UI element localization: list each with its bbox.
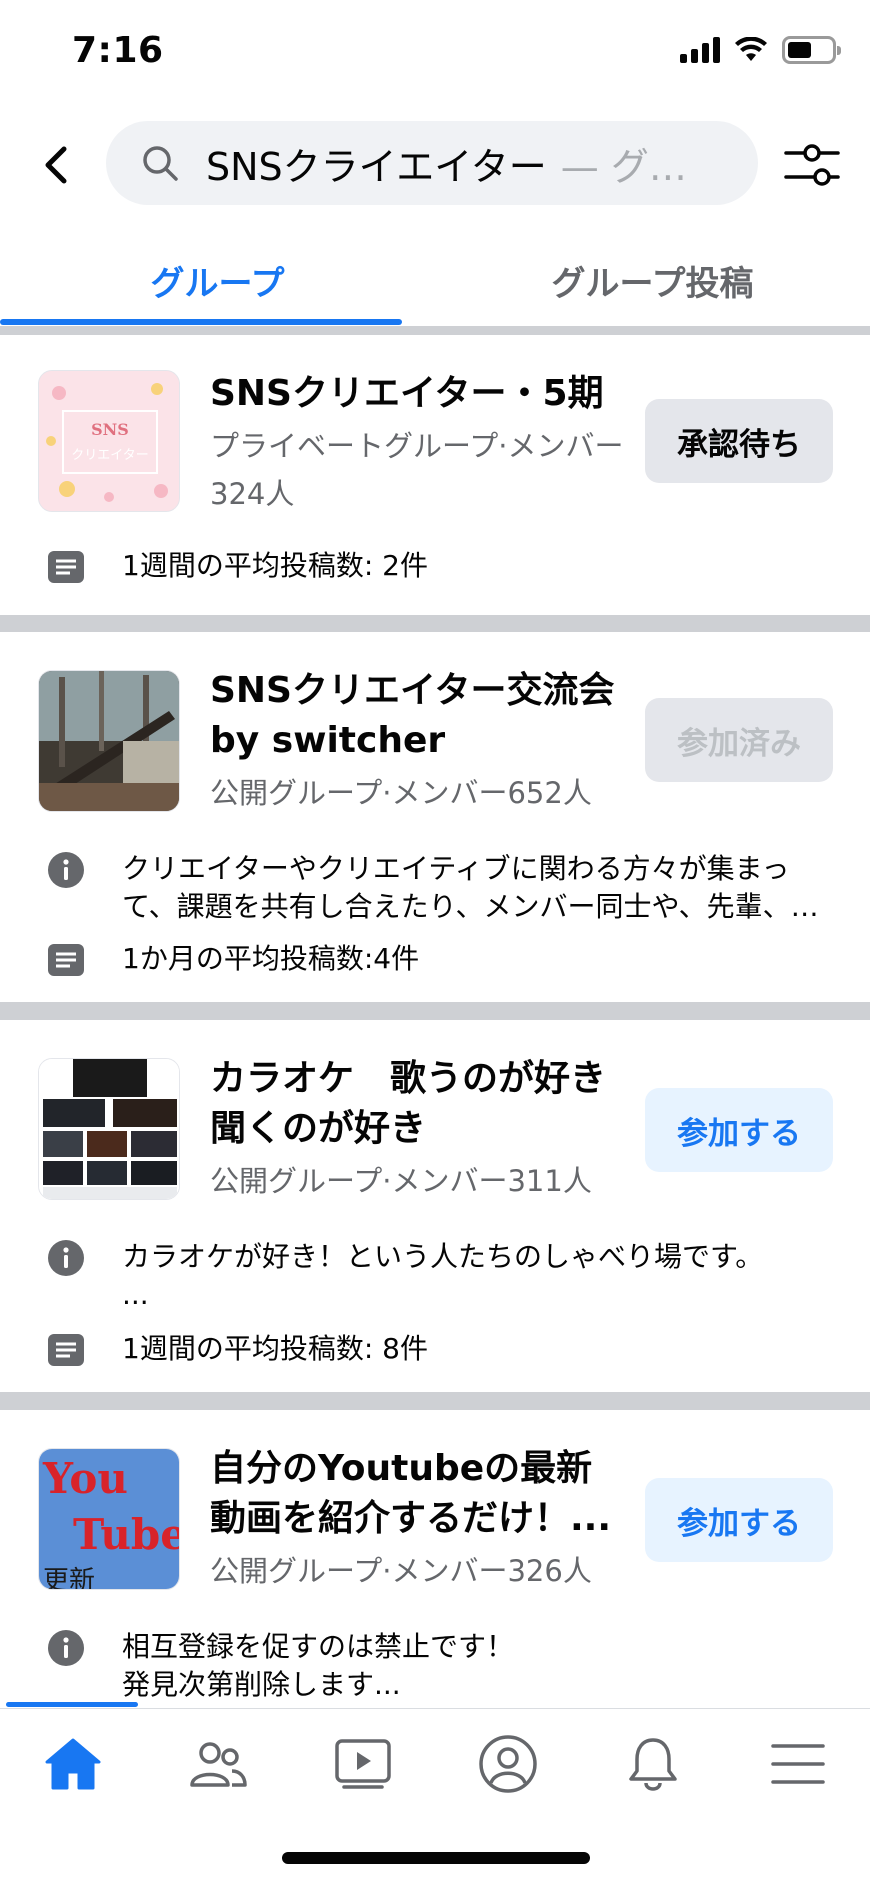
home-icon (45, 1738, 100, 1789)
nav-home[interactable] (28, 1719, 118, 1809)
info-icon (48, 852, 84, 888)
status-icons (680, 36, 841, 64)
search-query-suffix: — グ… (560, 144, 687, 189)
posts-per-period: 1週間の平均投稿数: 2件 (122, 549, 428, 582)
group-name-line-1[interactable]: カラオケ 歌うのが好き (210, 1054, 630, 1104)
status-bar: 7:16 (0, 0, 870, 100)
group-name-line-2[interactable]: by switcher (210, 716, 630, 766)
home-tab-indicator (6, 1702, 138, 1707)
group-privacy-members: 公開グループ·メンバー311人 (210, 1164, 592, 1198)
result-tabs: グループ グループ投稿 (0, 236, 870, 326)
cellular-signal-icon (680, 37, 720, 63)
profile-icon (478, 1734, 537, 1793)
group-description-row: 相互登録を促すのは禁止です！ 発見次第削除します... (46, 1628, 840, 1702)
join-group-button[interactable]: 参加する (645, 1478, 833, 1562)
group-cover-image: You Tube 更新 (38, 1448, 180, 1590)
group-result-card[interactable]: SNS クリエイター SNSクリエイター・5期 プライベートグループ·メンバー … (0, 335, 870, 615)
svg-text:更新: 更新 (43, 1566, 95, 1590)
divider (0, 326, 870, 335)
home-indicator (282, 1852, 590, 1864)
divider (0, 615, 870, 632)
description-line: カラオケが好き！という人たちのしゃべり場です。 (122, 1240, 764, 1273)
menu-icon (770, 1743, 825, 1784)
group-privacy-members: プライベートグループ·メンバー (210, 429, 624, 463)
info-icon (48, 1240, 84, 1276)
post-frequency-row: 1か月の平均投稿数:4件 (46, 940, 840, 980)
divider (0, 1002, 870, 1020)
post-frequency-row: 1週間の平均投稿数: 2件 (46, 547, 840, 587)
posts-per-period: 1か月の平均投稿数:4件 (122, 942, 420, 975)
bottom-navigation (0, 1708, 870, 1818)
group-name-line-2[interactable]: 動画を紹介するだけ！... (210, 1494, 630, 1544)
posts-icon (48, 1334, 84, 1366)
status-time: 7:16 (72, 30, 164, 71)
group-name-line-1[interactable]: SNSクリエイター交流会 (210, 666, 630, 716)
svg-text:SNS: SNS (91, 420, 129, 439)
group-privacy-members: 公開グループ·メンバー652人 (210, 776, 592, 810)
group-description: 相互登録を促すのは禁止です！ 発見次第削除します... (122, 1628, 514, 1702)
watch-icon (334, 1738, 391, 1789)
active-tab-indicator (0, 319, 402, 325)
search-icon (143, 146, 178, 181)
filter-button[interactable] (782, 139, 842, 191)
search-header: SNSクライエイター — グ… (0, 115, 870, 215)
group-result-card[interactable]: SNSクリエイター交流会 by switcher 公開グループ·メンバー652人… (0, 632, 870, 1002)
battery-icon (782, 36, 841, 64)
description-line: ... (122, 1278, 149, 1311)
svg-text:You: You (42, 1454, 128, 1503)
search-query: SNSクライエイター (206, 144, 547, 189)
nav-watch[interactable] (318, 1719, 408, 1809)
back-button[interactable] (30, 135, 80, 195)
info-icon (48, 1630, 84, 1666)
joined-button[interactable]: 参加済み (645, 698, 833, 782)
wifi-icon (735, 37, 767, 61)
group-cover-image: SNS クリエイター (38, 370, 180, 512)
friends-icon (189, 1741, 247, 1787)
description-line: 相互登録を促すのは禁止です！ (122, 1630, 515, 1663)
pending-approval-button[interactable]: 承認待ち (645, 399, 833, 483)
description-line: て、課題を共有し合えたり、メンバー同士や、先輩、… (122, 890, 819, 923)
group-member-count: 324人 (210, 477, 295, 511)
nav-menu[interactable] (753, 1719, 843, 1809)
group-description: カラオケが好き！という人たちのしゃべり場です。 ... (122, 1238, 763, 1314)
group-name[interactable]: SNSクリエイター・5期 (210, 369, 630, 419)
group-name-line-2[interactable]: 聞くのが好き (210, 1104, 630, 1154)
svg-text:Tube: Tube (73, 1510, 180, 1559)
group-cover-image (38, 1058, 180, 1200)
group-cover-image (38, 670, 180, 812)
search-input[interactable]: SNSクライエイター — グ… (106, 121, 758, 205)
tab-groups[interactable]: グループ (0, 236, 435, 326)
posts-per-period: 1週間の平均投稿数: 8件 (122, 1332, 428, 1365)
chevron-left-icon (45, 146, 67, 184)
group-result-card[interactable]: You Tube 更新 自分のYoutubeの最新 動画を紹介するだけ！... … (0, 1410, 870, 1702)
group-result-card[interactable]: カラオケ 歌うのが好き 聞くのが好き 公開グループ·メンバー311人 参加する … (0, 1020, 870, 1392)
divider (0, 1392, 870, 1410)
group-description-row: カラオケが好き！という人たちのしゃべり場です。 ... (46, 1238, 840, 1314)
group-description: クリエイターやクリエイティブに関わる方々が集まっ て、課題を共有し合えたり、メン… (122, 850, 819, 926)
svg-text:クリエイター: クリエイター (71, 448, 148, 463)
posts-icon (48, 944, 84, 976)
description-line: クリエイターやクリエイティブに関わる方々が集まっ (122, 852, 790, 885)
nav-notifications[interactable] (608, 1719, 698, 1809)
battery-level (788, 42, 811, 58)
tab-group-posts[interactable]: グループ投稿 (435, 236, 870, 326)
posts-icon (48, 551, 84, 583)
group-privacy-members: 公開グループ·メンバー326人 (210, 1554, 592, 1588)
join-group-button[interactable]: 参加する (645, 1088, 833, 1172)
nav-profile[interactable] (463, 1719, 553, 1809)
description-line: 発見次第削除します... (122, 1668, 401, 1701)
group-name-line-1[interactable]: 自分のYoutubeの最新 (210, 1444, 630, 1494)
group-description-row: クリエイターやクリエイティブに関わる方々が集まっ て、課題を共有し合えたり、メン… (46, 850, 840, 926)
notifications-icon (628, 1737, 677, 1791)
post-frequency-row: 1週間の平均投稿数: 8件 (46, 1330, 840, 1370)
filter-sliders-icon (784, 144, 840, 186)
nav-friends[interactable] (173, 1719, 263, 1809)
